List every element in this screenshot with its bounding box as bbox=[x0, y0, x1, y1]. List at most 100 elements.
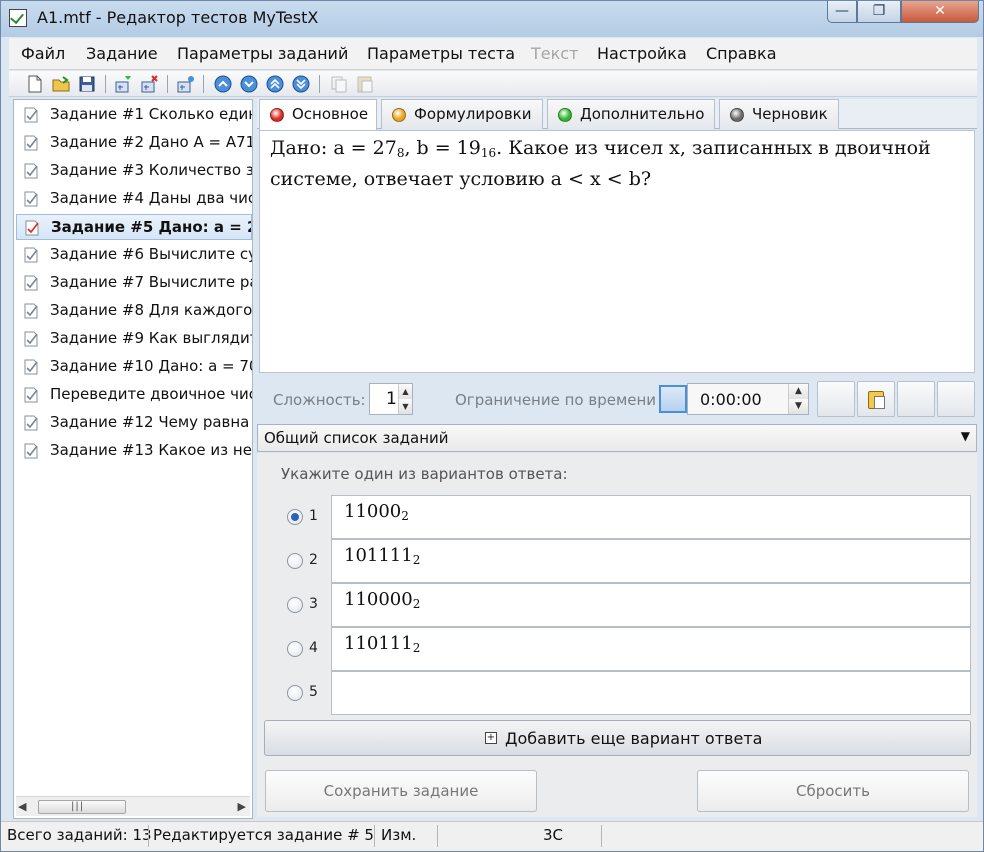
menu-help[interactable]: Справка bbox=[706, 44, 777, 63]
toolbar-separator bbox=[105, 75, 106, 93]
title-bar[interactable]: A1.mtf - Редактор тестов MyTestX — ❐ ✕ bbox=[1, 1, 983, 37]
time-limit-checkbox[interactable] bbox=[659, 385, 687, 413]
answer-field[interactable]: 1101112 bbox=[331, 627, 971, 671]
delete-task-icon[interactable] bbox=[139, 74, 159, 94]
task-item[interactable]: Задание #9 Как выглядит ч bbox=[16, 326, 252, 352]
task-label: Задание #12 Чему равна с bbox=[50, 413, 252, 431]
task-label: Задание #5 Дано: а = 2 bbox=[51, 218, 252, 236]
difficulty-spinner[interactable]: ▲ ▼ bbox=[398, 384, 412, 414]
menu-test-params[interactable]: Параметры теста bbox=[367, 44, 515, 63]
time-limit-value: 0:00:00 bbox=[700, 390, 762, 409]
answer-row: 2 1011112 bbox=[257, 539, 973, 583]
minimize-button[interactable]: — bbox=[827, 1, 857, 23]
task-document-icon bbox=[24, 359, 38, 375]
toolbar-separator bbox=[203, 75, 204, 93]
move-bottom-icon[interactable] bbox=[291, 74, 311, 94]
spin-down-icon[interactable]: ▼ bbox=[789, 399, 808, 414]
answer-field[interactable]: 110002 bbox=[331, 495, 971, 539]
task-item[interactable]: Задание #3 Количество зн bbox=[16, 158, 252, 184]
task-label: Задание #6 Вычислите сум bbox=[50, 245, 252, 263]
task-item[interactable]: Задание #8 Для каждого и bbox=[16, 298, 252, 324]
status-changed: Изм. bbox=[381, 826, 417, 844]
answer-field[interactable]: 1011112 bbox=[331, 539, 971, 583]
maximize-button[interactable]: ❐ bbox=[857, 1, 901, 23]
tab-additional[interactable]: Дополнительно bbox=[547, 99, 715, 129]
menu-task-params[interactable]: Параметры заданий bbox=[177, 44, 348, 63]
spin-up-icon[interactable]: ▲ bbox=[399, 384, 412, 399]
task-item[interactable]: Задание #12 Чему равна с bbox=[16, 410, 252, 436]
task-item[interactable]: Переведите двоичное числ bbox=[16, 382, 252, 408]
spin-down-icon[interactable]: ▼ bbox=[399, 399, 412, 414]
difficulty-spinbox[interactable]: 1 ▲ ▼ bbox=[369, 383, 413, 415]
question-editor[interactable]: Дано: а = 278, b = 1916. Какое из чисел … bbox=[259, 130, 975, 373]
scroll-thumb[interactable]: ||| bbox=[38, 800, 126, 814]
task-label: Задание #7 Вычислите раз bbox=[50, 273, 252, 291]
tab-draft[interactable]: Черновик bbox=[719, 99, 839, 129]
chevron-down-icon[interactable]: ▼ bbox=[961, 429, 970, 443]
save-icon[interactable] bbox=[77, 74, 97, 94]
task-item[interactable]: Задание #10 Дано: а = 701 bbox=[16, 354, 252, 380]
app-checkmark-icon bbox=[9, 9, 27, 27]
move-up-icon[interactable] bbox=[213, 74, 233, 94]
move-top-icon[interactable] bbox=[265, 74, 285, 94]
task-label: Задание #8 Для каждого и bbox=[50, 301, 252, 319]
task-item[interactable]: Задание #4 Даны два числ bbox=[16, 186, 252, 212]
task-item[interactable]: Задание #2 Дано А = A716 bbox=[16, 130, 252, 156]
answer-field[interactable]: 1100002 bbox=[331, 583, 971, 627]
answer-radio[interactable] bbox=[287, 685, 303, 701]
task-item[interactable]: Задание #13 Какое из нера bbox=[16, 438, 252, 464]
task-list[interactable]: Задание #1 Сколько едини Задание #2 Дано … bbox=[13, 99, 253, 819]
question-text[interactable]: Дано: а = 278, b = 1916. Какое из чисел … bbox=[270, 135, 960, 192]
task-label: Задание #4 Даны два числ bbox=[50, 189, 252, 207]
app-window: A1.mtf - Редактор тестов MyTestX — ❐ ✕ Ф… bbox=[0, 0, 984, 852]
time-spinner[interactable]: ▲ ▼ bbox=[788, 384, 808, 414]
add-task-icon[interactable] bbox=[113, 74, 133, 94]
window-title: A1.mtf - Редактор тестов MyTestX bbox=[37, 8, 319, 27]
new-file-icon[interactable] bbox=[25, 74, 45, 94]
toolbar bbox=[9, 71, 977, 97]
tab-formulations[interactable]: Формулировки bbox=[381, 99, 543, 129]
menu-file[interactable]: Файл bbox=[21, 44, 65, 63]
task-item[interactable]: Задание #1 Сколько едини bbox=[16, 102, 252, 128]
paste-icon[interactable] bbox=[355, 74, 375, 94]
task-document-icon bbox=[24, 415, 38, 431]
menu-task[interactable]: Задание bbox=[86, 44, 158, 63]
tab-main[interactable]: Основное bbox=[259, 99, 377, 130]
answer-radio[interactable] bbox=[287, 641, 303, 657]
answer-number: 3 bbox=[309, 596, 318, 612]
menu-text[interactable]: Текст bbox=[531, 44, 578, 63]
copy-icon[interactable] bbox=[329, 74, 349, 94]
task-item[interactable]: Задание #5 Дано: а = 2 bbox=[16, 214, 252, 240]
answer-field[interactable] bbox=[331, 671, 971, 715]
add-answer-button[interactable]: + Добавить еще вариант ответа bbox=[264, 720, 971, 756]
tool-button[interactable] bbox=[897, 381, 935, 417]
status-separator bbox=[374, 825, 375, 847]
spin-up-icon[interactable]: ▲ bbox=[789, 384, 808, 399]
tool-button[interactable] bbox=[937, 381, 975, 417]
move-down-icon[interactable] bbox=[239, 74, 259, 94]
answer-radio[interactable] bbox=[287, 553, 303, 569]
tab-label: Основное bbox=[292, 105, 369, 123]
task-list-select[interactable]: Общий список заданий ▼ bbox=[257, 424, 977, 452]
status-separator bbox=[437, 825, 438, 847]
answer-radio[interactable] bbox=[287, 597, 303, 613]
task-document-icon bbox=[24, 247, 38, 263]
close-button[interactable]: ✕ bbox=[901, 1, 979, 23]
tool-button[interactable] bbox=[817, 381, 855, 417]
paste-button[interactable] bbox=[857, 381, 895, 417]
answer-radio[interactable] bbox=[287, 509, 303, 525]
reset-button[interactable]: Сбросить bbox=[697, 770, 969, 812]
task-label: Задание #9 Как выглядит ч bbox=[50, 329, 252, 347]
answer-row: 5 bbox=[257, 671, 973, 715]
time-limit-spinbox[interactable]: 0:00:00 ▲ ▼ bbox=[687, 383, 809, 415]
open-folder-icon[interactable] bbox=[51, 74, 71, 94]
scroll-left-icon[interactable]: ◀ bbox=[18, 800, 26, 813]
toolbar-separator bbox=[167, 75, 168, 93]
task-settings-icon[interactable] bbox=[175, 74, 195, 94]
horizontal-scrollbar[interactable]: ◀ ||| ▶ bbox=[16, 796, 250, 816]
task-item[interactable]: Задание #6 Вычислите сум bbox=[16, 242, 252, 268]
task-item[interactable]: Задание #7 Вычислите раз bbox=[16, 270, 252, 296]
menu-settings[interactable]: Настройка bbox=[597, 44, 687, 63]
scroll-right-icon[interactable]: ▶ bbox=[238, 800, 246, 813]
save-task-button[interactable]: Сохранить задание bbox=[265, 770, 537, 812]
